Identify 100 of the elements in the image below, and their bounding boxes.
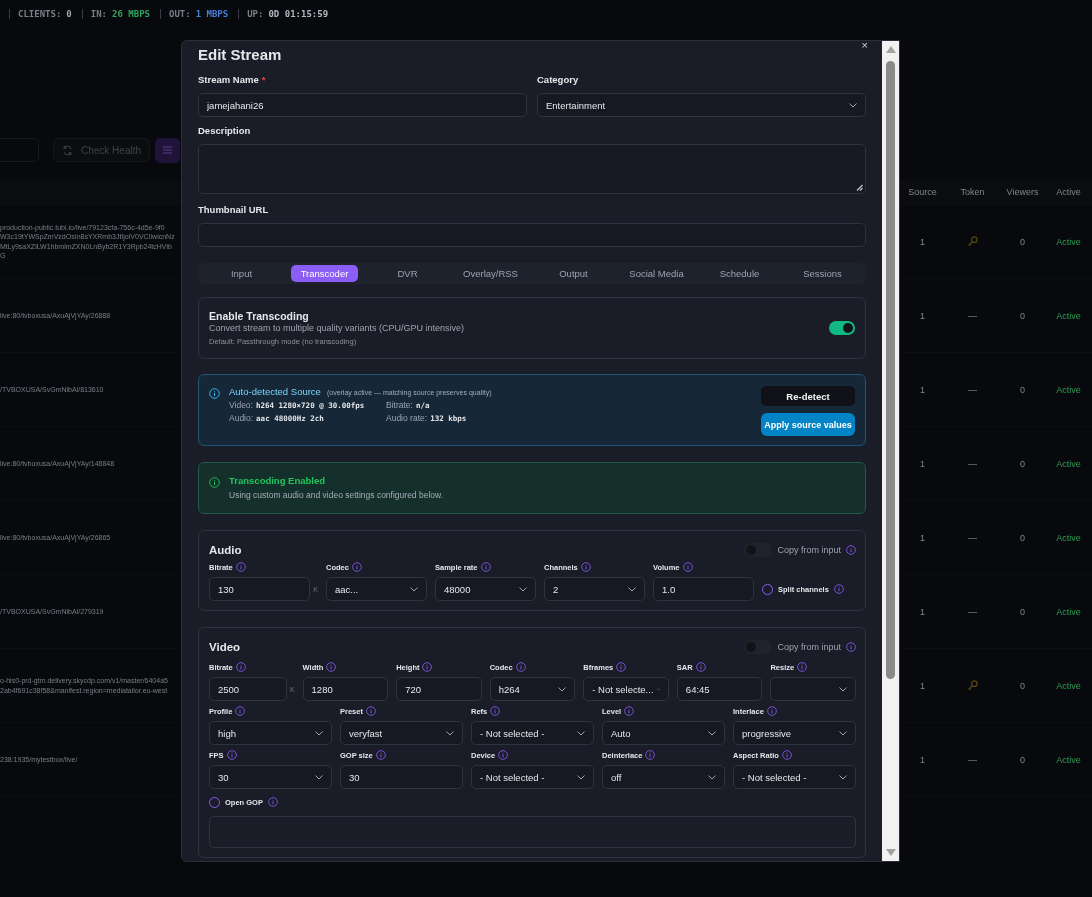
info-icon bbox=[515, 662, 526, 672]
chevron-icon bbox=[628, 586, 636, 592]
select-field[interactable]: off bbox=[602, 765, 725, 789]
info-icon bbox=[695, 662, 706, 672]
section-title: Video bbox=[209, 641, 241, 653]
table-cell: — bbox=[968, 310, 977, 321]
resize-grip-icon bbox=[856, 184, 863, 191]
status-text: Active bbox=[1055, 458, 1082, 469]
field-label: Description bbox=[198, 125, 251, 138]
table-cell: — bbox=[968, 384, 977, 395]
info-icon bbox=[781, 750, 792, 760]
field-label: Stream Name bbox=[198, 74, 259, 87]
select-field[interactable]: Auto bbox=[602, 721, 725, 745]
select-field[interactable]: h264 bbox=[489, 677, 576, 701]
info-icon bbox=[624, 706, 635, 716]
info-icon bbox=[375, 750, 386, 760]
select-field[interactable]: high bbox=[209, 721, 332, 745]
info-icon bbox=[365, 706, 376, 716]
tab[interactable]: Output bbox=[540, 265, 607, 282]
status-text: Active bbox=[1055, 754, 1082, 765]
table-cell-text: 0 bbox=[1019, 680, 1026, 691]
column-header: Source bbox=[907, 187, 938, 197]
input-field[interactable] bbox=[209, 816, 856, 848]
table-cell-text: 1 bbox=[919, 532, 926, 543]
scrollbar[interactable] bbox=[882, 41, 899, 861]
select-field[interactable] bbox=[770, 677, 856, 701]
table-cell-text: 1 bbox=[919, 754, 926, 765]
info-label: Video: bbox=[229, 400, 253, 410]
tab[interactable]: Social Media bbox=[623, 265, 690, 282]
chevron-icon bbox=[410, 586, 418, 592]
text-area[interactable] bbox=[198, 144, 866, 194]
table-cell: — bbox=[968, 532, 977, 543]
select-field[interactable]: 48000 bbox=[435, 577, 536, 601]
input-field[interactable]: 1.0 bbox=[653, 577, 754, 601]
select-field[interactable]: - Not selecte... bbox=[583, 677, 669, 701]
input-field[interactable]: 64:45 bbox=[676, 677, 763, 701]
status-text: Active bbox=[1055, 680, 1082, 691]
section-title: Audio bbox=[209, 544, 242, 556]
input-field[interactable]: 130 bbox=[209, 577, 311, 601]
chevron-icon bbox=[849, 102, 857, 108]
input-field[interactable]: 2500 bbox=[209, 677, 287, 701]
info-icon bbox=[326, 662, 337, 672]
input-field[interactable]: jamejahani26 bbox=[198, 93, 527, 117]
tab[interactable]: Input bbox=[208, 265, 275, 282]
close-button[interactable]: × bbox=[859, 41, 870, 51]
input-field[interactable]: 720 bbox=[396, 677, 482, 701]
field-label: Category bbox=[537, 74, 579, 87]
select-field[interactable]: veryfast bbox=[340, 721, 463, 745]
chevron-icon bbox=[577, 730, 585, 736]
info-icon bbox=[235, 662, 246, 672]
tab[interactable]: Sessions bbox=[789, 265, 856, 282]
toggle-label: Copy from input bbox=[777, 642, 841, 652]
table-cell-text: 0 bbox=[1019, 458, 1026, 469]
scroll-up-icon[interactable] bbox=[885, 46, 896, 53]
table-cell-text: 0 bbox=[1019, 606, 1026, 617]
menu-button[interactable] bbox=[155, 137, 181, 163]
info-icon bbox=[226, 750, 237, 760]
status-value: 0 bbox=[66, 9, 72, 19]
table-cell: — bbox=[968, 606, 977, 617]
panel-title: Transcoding Enabled bbox=[229, 475, 327, 486]
re-detect-button[interactable]: Re-detect bbox=[761, 386, 855, 406]
table-cell-text: 1 bbox=[919, 606, 926, 617]
tab[interactable]: DVR bbox=[374, 265, 441, 282]
tab[interactable]: Schedule bbox=[706, 265, 773, 282]
column-header: Active bbox=[1055, 187, 1082, 197]
apply-button[interactable]: Apply source values bbox=[761, 413, 855, 436]
select-field[interactable]: aac... bbox=[326, 577, 427, 601]
field-label: Thumbnail URL bbox=[198, 204, 269, 217]
status-value: 1 MBPS bbox=[195, 9, 229, 19]
chevron-icon bbox=[708, 774, 716, 780]
info-icon bbox=[645, 750, 656, 760]
status-text: Active bbox=[1055, 310, 1082, 321]
input-field[interactable]: 30 bbox=[340, 765, 463, 789]
input-field[interactable]: 1280 bbox=[302, 677, 389, 701]
select-field[interactable]: - Not selected - bbox=[471, 765, 594, 789]
select-field[interactable]: 30 bbox=[209, 765, 332, 789]
status-text: Active bbox=[1055, 532, 1082, 543]
select-field[interactable]: - Not selected - bbox=[471, 721, 594, 745]
input-field[interactable] bbox=[198, 223, 866, 247]
chevron-icon bbox=[839, 774, 847, 780]
info-icon bbox=[766, 706, 777, 716]
status-label: UP: bbox=[247, 9, 264, 19]
select-field[interactable]: Entertainment bbox=[537, 93, 866, 117]
tab[interactable]: Transcoder bbox=[291, 265, 358, 282]
info-icon bbox=[351, 562, 362, 572]
info-icon bbox=[235, 562, 246, 572]
table-cell-text: 1 bbox=[919, 680, 926, 691]
chevron-icon bbox=[839, 686, 847, 692]
select-field[interactable]: 2 bbox=[544, 577, 645, 601]
select-field[interactable]: - Not selected - bbox=[733, 765, 856, 789]
scroll-down-icon[interactable] bbox=[885, 849, 896, 856]
toggle-label: Copy from input bbox=[777, 545, 841, 555]
key-icon bbox=[967, 236, 978, 247]
column-header: Viewers bbox=[1005, 187, 1040, 197]
info-icon bbox=[209, 388, 220, 399]
toggle-switch[interactable] bbox=[829, 321, 855, 335]
key-icon bbox=[967, 680, 978, 691]
select-field[interactable]: progressive bbox=[733, 721, 856, 745]
info-icon bbox=[846, 642, 856, 652]
tab[interactable]: Overlay/RSS bbox=[457, 265, 524, 282]
